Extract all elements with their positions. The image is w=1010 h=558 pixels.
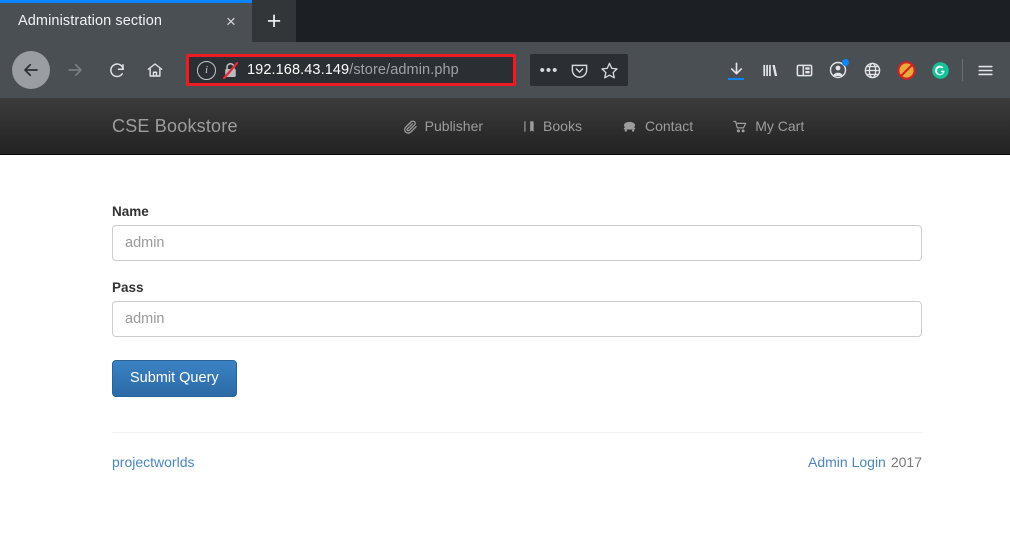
name-field-group: Name bbox=[112, 204, 922, 261]
footer-year: 2017 bbox=[890, 453, 922, 470]
address-bar-text: 192.168.43.149/store/admin.php bbox=[247, 62, 459, 78]
navigation-toolbar: i 192.168.43.149/store/admin.php ••• bbox=[0, 42, 1010, 98]
nav-item-label: Contact bbox=[644, 118, 694, 134]
url-path: /store/admin.php bbox=[349, 62, 459, 78]
grammarly-icon[interactable] bbox=[923, 53, 957, 87]
name-input[interactable] bbox=[112, 225, 922, 261]
page-actions-group: ••• bbox=[530, 54, 628, 86]
more-actions-icon[interactable]: ••• bbox=[534, 55, 564, 85]
back-arrow-icon[interactable] bbox=[12, 51, 50, 89]
star-icon[interactable] bbox=[594, 55, 624, 85]
site-nav-links: Publisher Books Contact My Cart bbox=[403, 118, 804, 134]
reload-icon[interactable] bbox=[100, 53, 134, 87]
new-tab-button[interactable]: + bbox=[252, 0, 296, 42]
broken-lock-icon[interactable] bbox=[222, 61, 239, 79]
browser-tab-active[interactable]: Administration section × bbox=[0, 0, 252, 42]
url-host: 192.168.43.149 bbox=[247, 62, 350, 78]
sidebar-icon[interactable] bbox=[787, 53, 821, 87]
page-content: CSE Bookstore Publisher Books Contact My… bbox=[0, 98, 1010, 470]
account-notification-badge bbox=[842, 59, 849, 66]
site-brand[interactable]: CSE Bookstore bbox=[112, 116, 238, 137]
address-bar-wrapper: i 192.168.43.149/store/admin.php bbox=[186, 54, 516, 86]
tab-strip-filler bbox=[296, 0, 1010, 42]
tab-strip: Administration section × + bbox=[0, 0, 1010, 42]
pass-label: Pass bbox=[112, 280, 144, 295]
forward-arrow-icon[interactable] bbox=[58, 53, 92, 87]
footer-right: Admin Login 2017 bbox=[808, 454, 922, 470]
downloads-icon[interactable] bbox=[719, 53, 753, 87]
nav-item-publisher[interactable]: Publisher bbox=[403, 118, 483, 134]
close-icon[interactable]: × bbox=[220, 13, 242, 30]
nav-item-books[interactable]: Books bbox=[522, 118, 582, 134]
nav-item-my-cart[interactable]: My Cart bbox=[732, 118, 804, 134]
footer-projectworlds-link[interactable]: projectworlds bbox=[112, 454, 194, 470]
globe-icon[interactable] bbox=[855, 53, 889, 87]
site-information-icon[interactable]: i bbox=[197, 60, 216, 80]
account-icon[interactable] bbox=[821, 53, 855, 87]
tab-title: Administration section bbox=[18, 13, 163, 29]
pass-field-group: Pass bbox=[112, 280, 922, 337]
browser-chrome: Administration section × + i 192.168.43.… bbox=[0, 0, 1010, 98]
book-icon bbox=[522, 119, 536, 134]
nav-item-contact[interactable]: Contact bbox=[621, 118, 693, 134]
nav-item-label: Publisher bbox=[424, 118, 484, 134]
name-label: Name bbox=[112, 204, 149, 219]
download-progress-bar bbox=[728, 78, 744, 80]
nav-item-label: My Cart bbox=[755, 118, 805, 134]
noscript-icon[interactable] bbox=[889, 53, 923, 87]
phone-icon bbox=[621, 119, 638, 134]
cart-icon bbox=[732, 119, 748, 134]
pass-input[interactable] bbox=[112, 301, 922, 337]
site-navbar: CSE Bookstore Publisher Books Contact My… bbox=[0, 98, 1010, 155]
toolbar-icons-group bbox=[719, 53, 1002, 87]
toolbar-separator bbox=[962, 59, 963, 81]
library-icon[interactable] bbox=[753, 53, 787, 87]
footer-admin-login-link[interactable]: Admin Login bbox=[808, 454, 886, 470]
pocket-icon[interactable] bbox=[564, 55, 594, 85]
address-bar[interactable]: i 192.168.43.149/store/admin.php bbox=[186, 54, 516, 86]
page-footer: projectworlds Admin Login 2017 bbox=[112, 431, 922, 470]
nav-item-label: Books bbox=[543, 118, 582, 134]
menu-icon[interactable] bbox=[968, 53, 1002, 87]
paperclip-icon bbox=[403, 119, 418, 134]
submit-query-button[interactable]: Submit Query bbox=[112, 360, 237, 397]
admin-login-form: Name Pass Submit Query bbox=[112, 155, 922, 397]
home-icon[interactable] bbox=[138, 53, 172, 87]
